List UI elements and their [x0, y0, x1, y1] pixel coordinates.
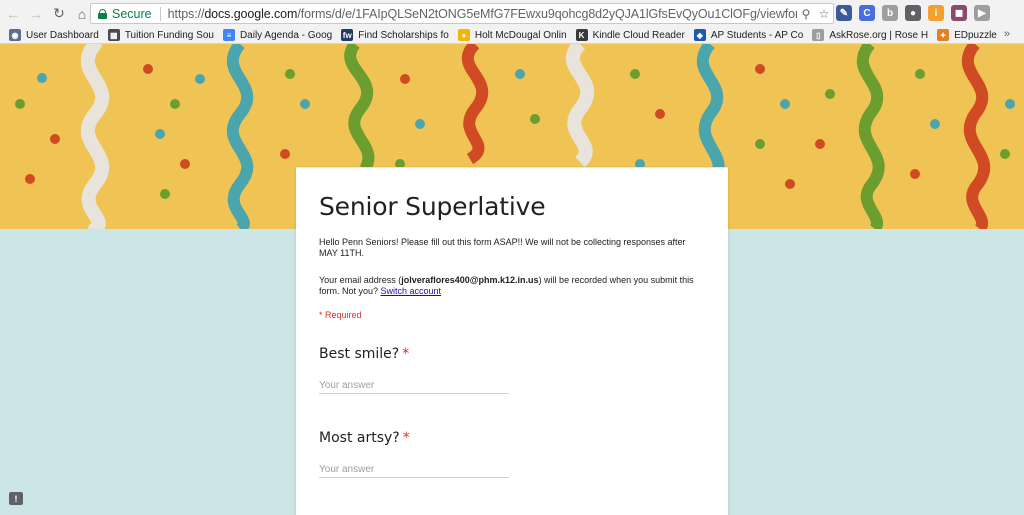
- bookmark-item[interactable]: ▦ Tuition Funding Sou: [107, 29, 214, 41]
- ext-pen-icon[interactable]: ✎: [836, 5, 852, 21]
- bookmark-item[interactable]: ▯ AskRose.org | Rose H: [812, 29, 928, 41]
- question-label: Best smile?: [319, 346, 400, 362]
- bookmark-label: Tuition Funding Sou: [124, 29, 214, 41]
- docs-icon: ≡: [222, 29, 235, 41]
- url-text[interactable]: https://docs.google.com/forms/d/e/1FAIpQ…: [168, 7, 797, 21]
- kindle-icon: K: [575, 29, 588, 41]
- bookmark-label: AskRose.org | Rose H: [829, 29, 929, 41]
- bookmark-label: Find Scholarships fo: [358, 29, 449, 41]
- reload-icon[interactable]: ↻: [49, 4, 69, 24]
- extensions-bar: ✎ Cb ● i ◼ ▶: [836, 5, 990, 21]
- required-star: *: [402, 430, 410, 446]
- email-notice: Your email address (jolveraflores400@phm…: [319, 275, 699, 297]
- bookmark-item[interactable]: ◈ AP Students - AP Co: [693, 29, 804, 41]
- address-bar[interactable]: Secure https://docs.google.com/forms/d/e…: [90, 3, 834, 24]
- bookmark-label: AP Students - AP Co: [710, 29, 804, 41]
- ext-photo-icon[interactable]: ◼: [951, 5, 967, 21]
- required-note: * Required: [319, 310, 362, 320]
- switch-account-link[interactable]: Switch account: [381, 286, 442, 296]
- school-icon: ▦: [107, 29, 120, 41]
- ext-c-icon[interactable]: C: [859, 5, 875, 21]
- ap-icon: ◈: [693, 29, 706, 41]
- lock-icon: [98, 8, 107, 19]
- form-card: Senior Superlative Hello Penn Seniors! P…: [296, 167, 728, 515]
- ext-b-icon[interactable]: b: [882, 5, 898, 21]
- question-best-smile: Best smile? *: [319, 346, 409, 362]
- feedback-icon[interactable]: !: [9, 492, 23, 505]
- bookmark-item[interactable]: ✦ EDpuzzle: [937, 29, 997, 41]
- bookmark-item[interactable]: ≡ Daily Agenda - Goog: [222, 29, 333, 41]
- back-icon[interactable]: ←: [3, 4, 23, 24]
- ext-i-icon[interactable]: i: [928, 5, 944, 21]
- forward-icon[interactable]: →: [26, 4, 46, 24]
- user-email: jolveraflores400@phm.k12.in.us: [401, 275, 539, 285]
- url-host: docs.google.com: [204, 6, 298, 21]
- url-path: /forms/d/e/1FAIpQLSeN2tONG5eMfG7FEwxu9qo…: [297, 6, 797, 21]
- bookmark-item[interactable]: ● Holt McDougal Onlin: [457, 29, 567, 41]
- secure-label: Secure: [112, 6, 152, 21]
- ext-play-icon[interactable]: ▶: [974, 5, 990, 21]
- bookmark-star-icon[interactable]: ☆: [815, 7, 833, 21]
- browser-toolbar: ← → ↻ ⌂ Secure https://docs.google.com/f…: [0, 0, 1024, 27]
- answer-input-best-smile[interactable]: [319, 377, 509, 394]
- edpuzzle-icon: ✦: [937, 29, 950, 41]
- required-star: *: [402, 346, 410, 362]
- bookmark-label: EDpuzzle: [954, 29, 997, 41]
- bookmarks-overflow-icon[interactable]: »: [1004, 28, 1010, 40]
- bookmarks-bar: ◉ User Dashboard ▦ Tuition Funding Sou ≡ Dail…: [0, 27, 1024, 44]
- ext-camera-icon[interactable]: ●: [905, 5, 921, 21]
- question-most-artsy: Most artsy? *: [319, 430, 410, 446]
- bookmark-label: User Dashboard: [26, 29, 99, 41]
- bookmark-item[interactable]: fw Find Scholarships fo: [341, 29, 449, 41]
- home-icon[interactable]: ⌂: [72, 4, 92, 24]
- url-prefix: https://: [167, 6, 205, 21]
- bookmark-item[interactable]: K Kindle Cloud Reader: [575, 29, 685, 41]
- page-icon: ▯: [812, 29, 825, 41]
- email-prefix: Your email address (: [319, 275, 402, 285]
- holt-icon: ●: [457, 29, 470, 41]
- answer-input-most-artsy[interactable]: [319, 461, 509, 478]
- form-description: Hello Penn Seniors! Please fill out this…: [319, 237, 686, 258]
- dashboard-icon: ◉: [9, 29, 21, 41]
- question-label: Most artsy?: [319, 430, 400, 446]
- form-title: Senior Superlative: [319, 192, 546, 221]
- bookmark-label: Daily Agenda - Goog: [239, 29, 333, 41]
- bookmark-item[interactable]: ◉ User Dashboard: [9, 29, 99, 41]
- bookmark-label: Kindle Cloud Reader: [592, 29, 685, 41]
- fw-icon: fw: [341, 29, 354, 41]
- separator: [159, 6, 161, 21]
- bookmark-label: Holt McDougal Onlin: [474, 29, 567, 41]
- zoom-icon[interactable]: ⚲: [797, 7, 815, 21]
